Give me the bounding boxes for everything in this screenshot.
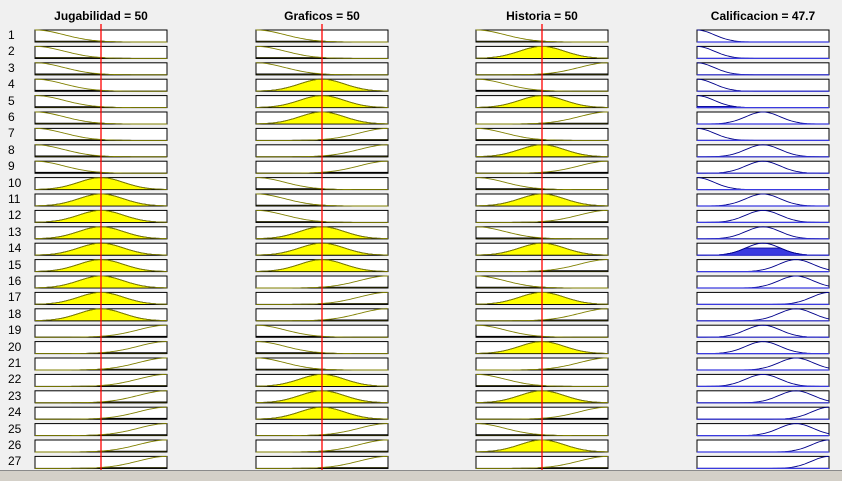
rule-viewer: Jugabilidad = 50 Graficos = 50 Historia … [0,0,842,481]
status-bar [0,470,842,481]
output-box [696,324,830,338]
rule-plots [34,24,830,480]
output-box [696,193,830,207]
output-box [696,341,830,355]
output-box [696,226,830,240]
output-box [696,144,830,158]
output-box [696,209,830,223]
output-box [696,373,830,387]
output-box [696,111,830,125]
output-box [696,160,830,174]
